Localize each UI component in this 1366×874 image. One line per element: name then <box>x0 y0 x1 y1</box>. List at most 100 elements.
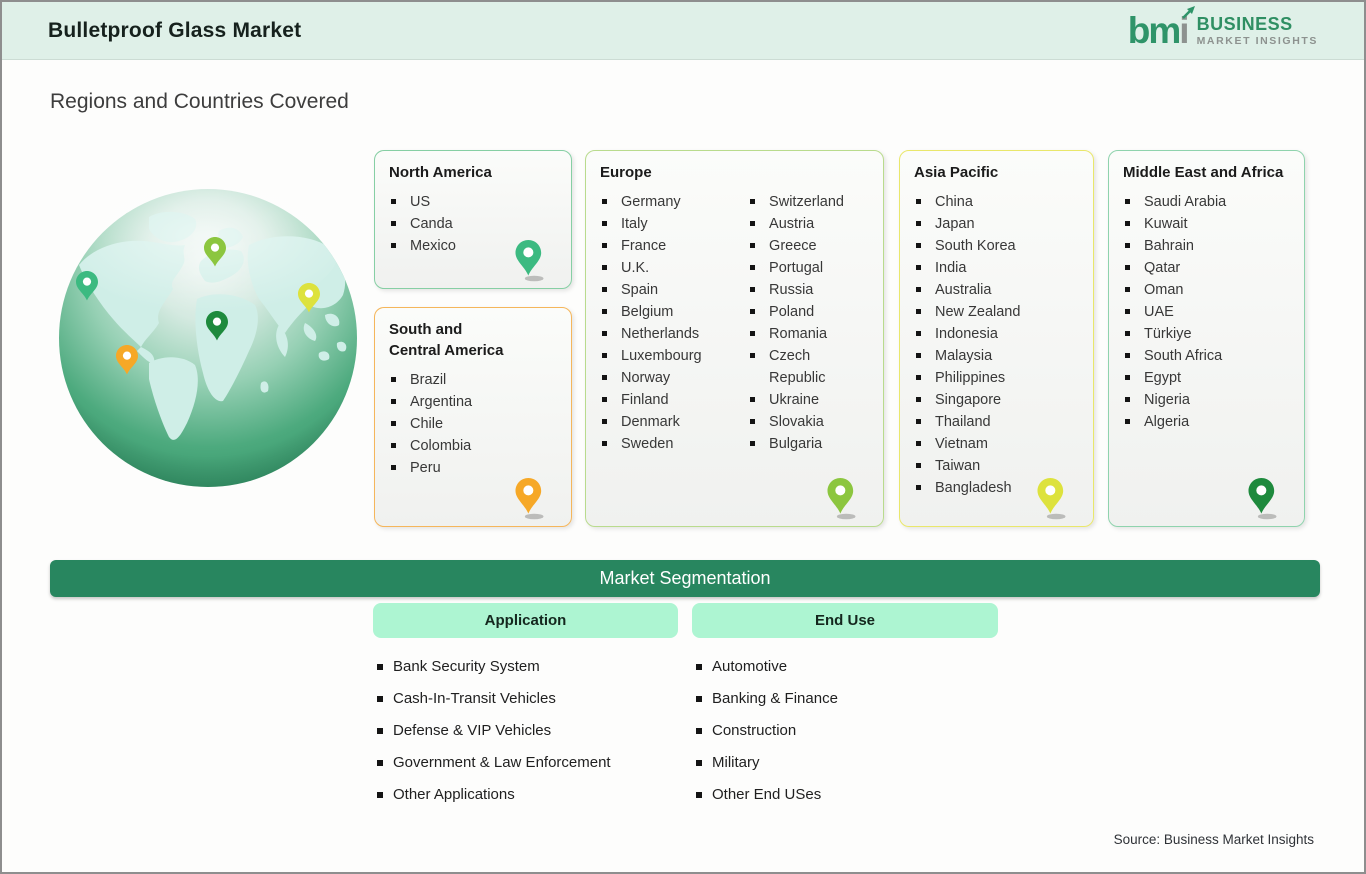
globe-pin-europe-icon <box>204 237 226 267</box>
segment-item: Banking & Finance <box>696 683 998 715</box>
segmentation-header: Market Segmentation <box>50 560 1320 597</box>
region-title: Europe <box>600 164 652 181</box>
segment-item: Government & Law Enforcement <box>377 747 678 779</box>
map-pin-icon <box>515 240 544 282</box>
segment-pill-end-use: End Use <box>692 603 998 638</box>
globe-pin-south-america-icon <box>116 345 138 375</box>
country-item: Russia <box>748 279 869 301</box>
country-item: South Korea <box>914 235 1079 257</box>
country-item: Peru <box>389 457 557 479</box>
logo-arrow-icon <box>1181 6 1195 19</box>
logo-line-business: BUSINESS <box>1196 13 1293 34</box>
region-card-asia-pacific: Asia Pacific China Japan South Korea India A… <box>899 150 1094 527</box>
segment-item: Other End USes <box>696 779 998 811</box>
country-item: Ukraine <box>748 389 869 411</box>
country-list-col2: Switzerland Austria Greece Portugal Russia Po… <box>748 191 869 455</box>
country-item: Poland <box>748 301 869 323</box>
end-use-items: Automotive Banking & Finance Construction M… <box>696 651 998 811</box>
country-item: France <box>600 235 748 257</box>
country-item: Nigeria <box>1123 389 1290 411</box>
country-item: Qatar <box>1123 257 1290 279</box>
country-item: Brazil <box>389 369 557 391</box>
country-list-col1: Germany Italy France U.K. Spain Belgium Nether… <box>600 191 748 455</box>
country-item: Germany <box>600 191 748 213</box>
country-item: India <box>914 257 1079 279</box>
country-item: Algeria <box>1123 411 1290 433</box>
country-item: Indonesia <box>914 323 1079 345</box>
segment-item: Bank Security System <box>377 651 678 683</box>
source-attribution: Source: Business Market Insights <box>1113 832 1314 847</box>
country-item: Chile <box>389 413 557 435</box>
country-item: Czech Republic <box>748 345 869 389</box>
country-item: Luxembourg <box>600 345 748 367</box>
country-item: Philippines <box>914 367 1079 389</box>
country-item: China <box>914 191 1079 213</box>
country-item: Netherlands <box>600 323 748 345</box>
country-item: Türkiye <box>1123 323 1290 345</box>
country-item: Japan <box>914 213 1079 235</box>
country-item: Austria <box>748 213 869 235</box>
region-card-middle-east-africa: Middle East and Africa Saudi Arabia Kuwai… <box>1108 150 1305 527</box>
country-item: Saudi Arabia <box>1123 191 1290 213</box>
globe-pin-middle-east-icon <box>206 311 228 341</box>
country-list: China Japan South Korea India Australia New Z… <box>914 191 1079 499</box>
map-pin-icon <box>827 478 856 520</box>
world-globe-illustration <box>57 185 360 490</box>
segmentation-group-end-use: End Use Automotive Banking & Finance Const… <box>692 603 998 811</box>
country-item: Colombia <box>389 435 557 457</box>
country-item: Thailand <box>914 411 1079 433</box>
map-pin-icon <box>1248 478 1277 520</box>
country-item: Argentina <box>389 391 557 413</box>
logo-line-market-insights: MARKET INSIGHTS <box>1196 34 1318 47</box>
country-item: Bulgaria <box>748 433 869 455</box>
country-item: Canda <box>389 213 557 235</box>
globe-pin-north-america-icon <box>76 271 98 301</box>
europe-country-columns: Germany Italy France U.K. Spain Belgium Nether… <box>600 191 869 455</box>
logo-wordmark: BUSINESS MARKET INSIGHTS <box>1197 15 1318 47</box>
region-title: North America <box>389 164 492 181</box>
country-list: Saudi Arabia Kuwait Bahrain Qatar Oman UAE Tür… <box>1123 191 1290 433</box>
segment-item: Other Applications <box>377 779 678 811</box>
country-item: US <box>389 191 557 213</box>
country-item: Romania <box>748 323 869 345</box>
country-item: Malaysia <box>914 345 1079 367</box>
region-title: Asia Pacific <box>914 164 999 181</box>
country-item: Greece <box>748 235 869 257</box>
report-title: Bulletproof Glass Market <box>48 18 302 42</box>
segmentation-group-application: Application Bank Security System Cash-In-… <box>373 603 678 811</box>
segment-item: Military <box>696 747 998 779</box>
country-item: Egypt <box>1123 367 1290 389</box>
country-item: Slovakia <box>748 411 869 433</box>
segment-item: Cash-In-Transit Vehicles <box>377 683 678 715</box>
infographic-page: Bulletproof Glass Market bmi BUSINESS MA… <box>0 0 1366 874</box>
country-list: Brazil Argentina Chile Colombia Peru <box>389 369 557 479</box>
country-item: New Zealand <box>914 301 1079 323</box>
section-title: Regions and Countries Covered <box>50 90 349 113</box>
country-item: Spain <box>600 279 748 301</box>
country-item: Singapore <box>914 389 1079 411</box>
country-item: Switzerland <box>748 191 869 213</box>
globe-pin-asia-pacific-icon <box>298 283 320 313</box>
country-item: Belgium <box>600 301 748 323</box>
country-item: Vietnam <box>914 433 1079 455</box>
map-pin-icon <box>1037 478 1066 520</box>
segment-item: Defense & VIP Vehicles <box>377 715 678 747</box>
country-item: Sweden <box>600 433 748 455</box>
country-item: Norway <box>600 367 748 389</box>
map-pin-icon <box>515 478 544 520</box>
segment-item: Construction <box>696 715 998 747</box>
region-title: South and Central America <box>389 321 504 359</box>
country-item: Australia <box>914 279 1079 301</box>
logo-mark-bm: bm <box>1127 10 1181 51</box>
region-card-north-america: North America US Canda Mexico <box>374 150 572 289</box>
country-item: Portugal <box>748 257 869 279</box>
country-item: Denmark <box>600 411 748 433</box>
header-band: Bulletproof Glass Market bmi BUSINESS MA… <box>2 2 1364 60</box>
region-card-europe: Europe Germany Italy France U.K. Spain Belgiu… <box>585 150 884 527</box>
country-item: Italy <box>600 213 748 235</box>
country-item: UAE <box>1123 301 1290 323</box>
country-item: Oman <box>1123 279 1290 301</box>
bmi-logo: bmi BUSINESS MARKET INSIGHTS <box>1127 6 1318 51</box>
country-item: South Africa <box>1123 345 1290 367</box>
segment-pill-application: Application <box>373 603 678 638</box>
